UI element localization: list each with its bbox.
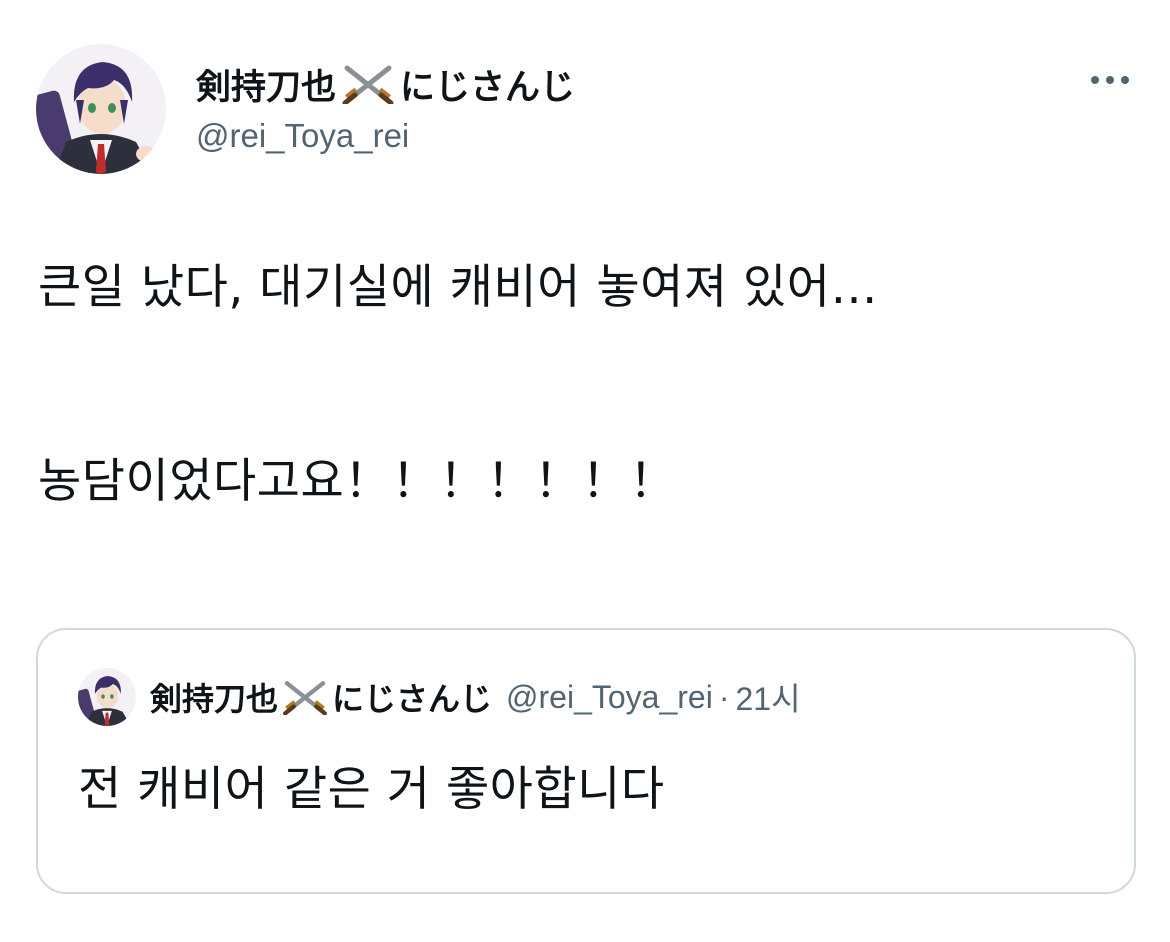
- quoted-handle: @rei_Toya_rei: [506, 678, 713, 715]
- quoted-avatar: [78, 668, 136, 726]
- quoted-header: 剣持刀也 にじさんじ @rei_Toya_rei · 21시: [150, 674, 801, 720]
- quoted-tweet[interactable]: 剣持刀也 にじさんじ @rei_Toya_rei · 21시 전 캐비어 같은: [36, 628, 1136, 894]
- separator-dot: ·: [718, 678, 730, 715]
- more-options-button[interactable]: [1082, 62, 1138, 98]
- author-handle[interactable]: @rei_Toya_rei: [196, 117, 409, 155]
- crossed-swords-icon: [280, 679, 330, 715]
- author-name-suffix: にじさんじ: [400, 67, 576, 108]
- quoted-display-name: 剣持刀也 にじさんじ: [150, 674, 492, 720]
- more-dot-icon: [1121, 76, 1129, 84]
- author-name-text: 剣持刀也: [196, 67, 337, 108]
- author-display-name[interactable]: 剣持刀也 にじさんじ: [196, 62, 575, 108]
- more-dot-icon: [1106, 76, 1114, 84]
- tweet: 剣持刀也 にじさんじ @rei_Toya_rei 큰일 났다, 대기실에 캐비어…: [0, 0, 1170, 942]
- tweet-text-line: 큰일 났다, 대기실에 캐비어 놓여져 있어…: [38, 260, 878, 315]
- avatar[interactable]: [36, 44, 166, 174]
- tweet-text-line: 농담이었다고요！！！！！！！: [38, 454, 677, 509]
- quoted-name-suffix: にじさんじ: [332, 680, 493, 718]
- quoted-name-text: 剣持刀也: [150, 680, 279, 718]
- quoted-timestamp: 21시: [735, 681, 801, 717]
- crossed-swords-icon: [339, 64, 397, 104]
- more-dot-icon: [1091, 76, 1099, 84]
- quoted-tweet-text: 전 캐비어 같은 거 좋아합니다: [78, 762, 665, 817]
